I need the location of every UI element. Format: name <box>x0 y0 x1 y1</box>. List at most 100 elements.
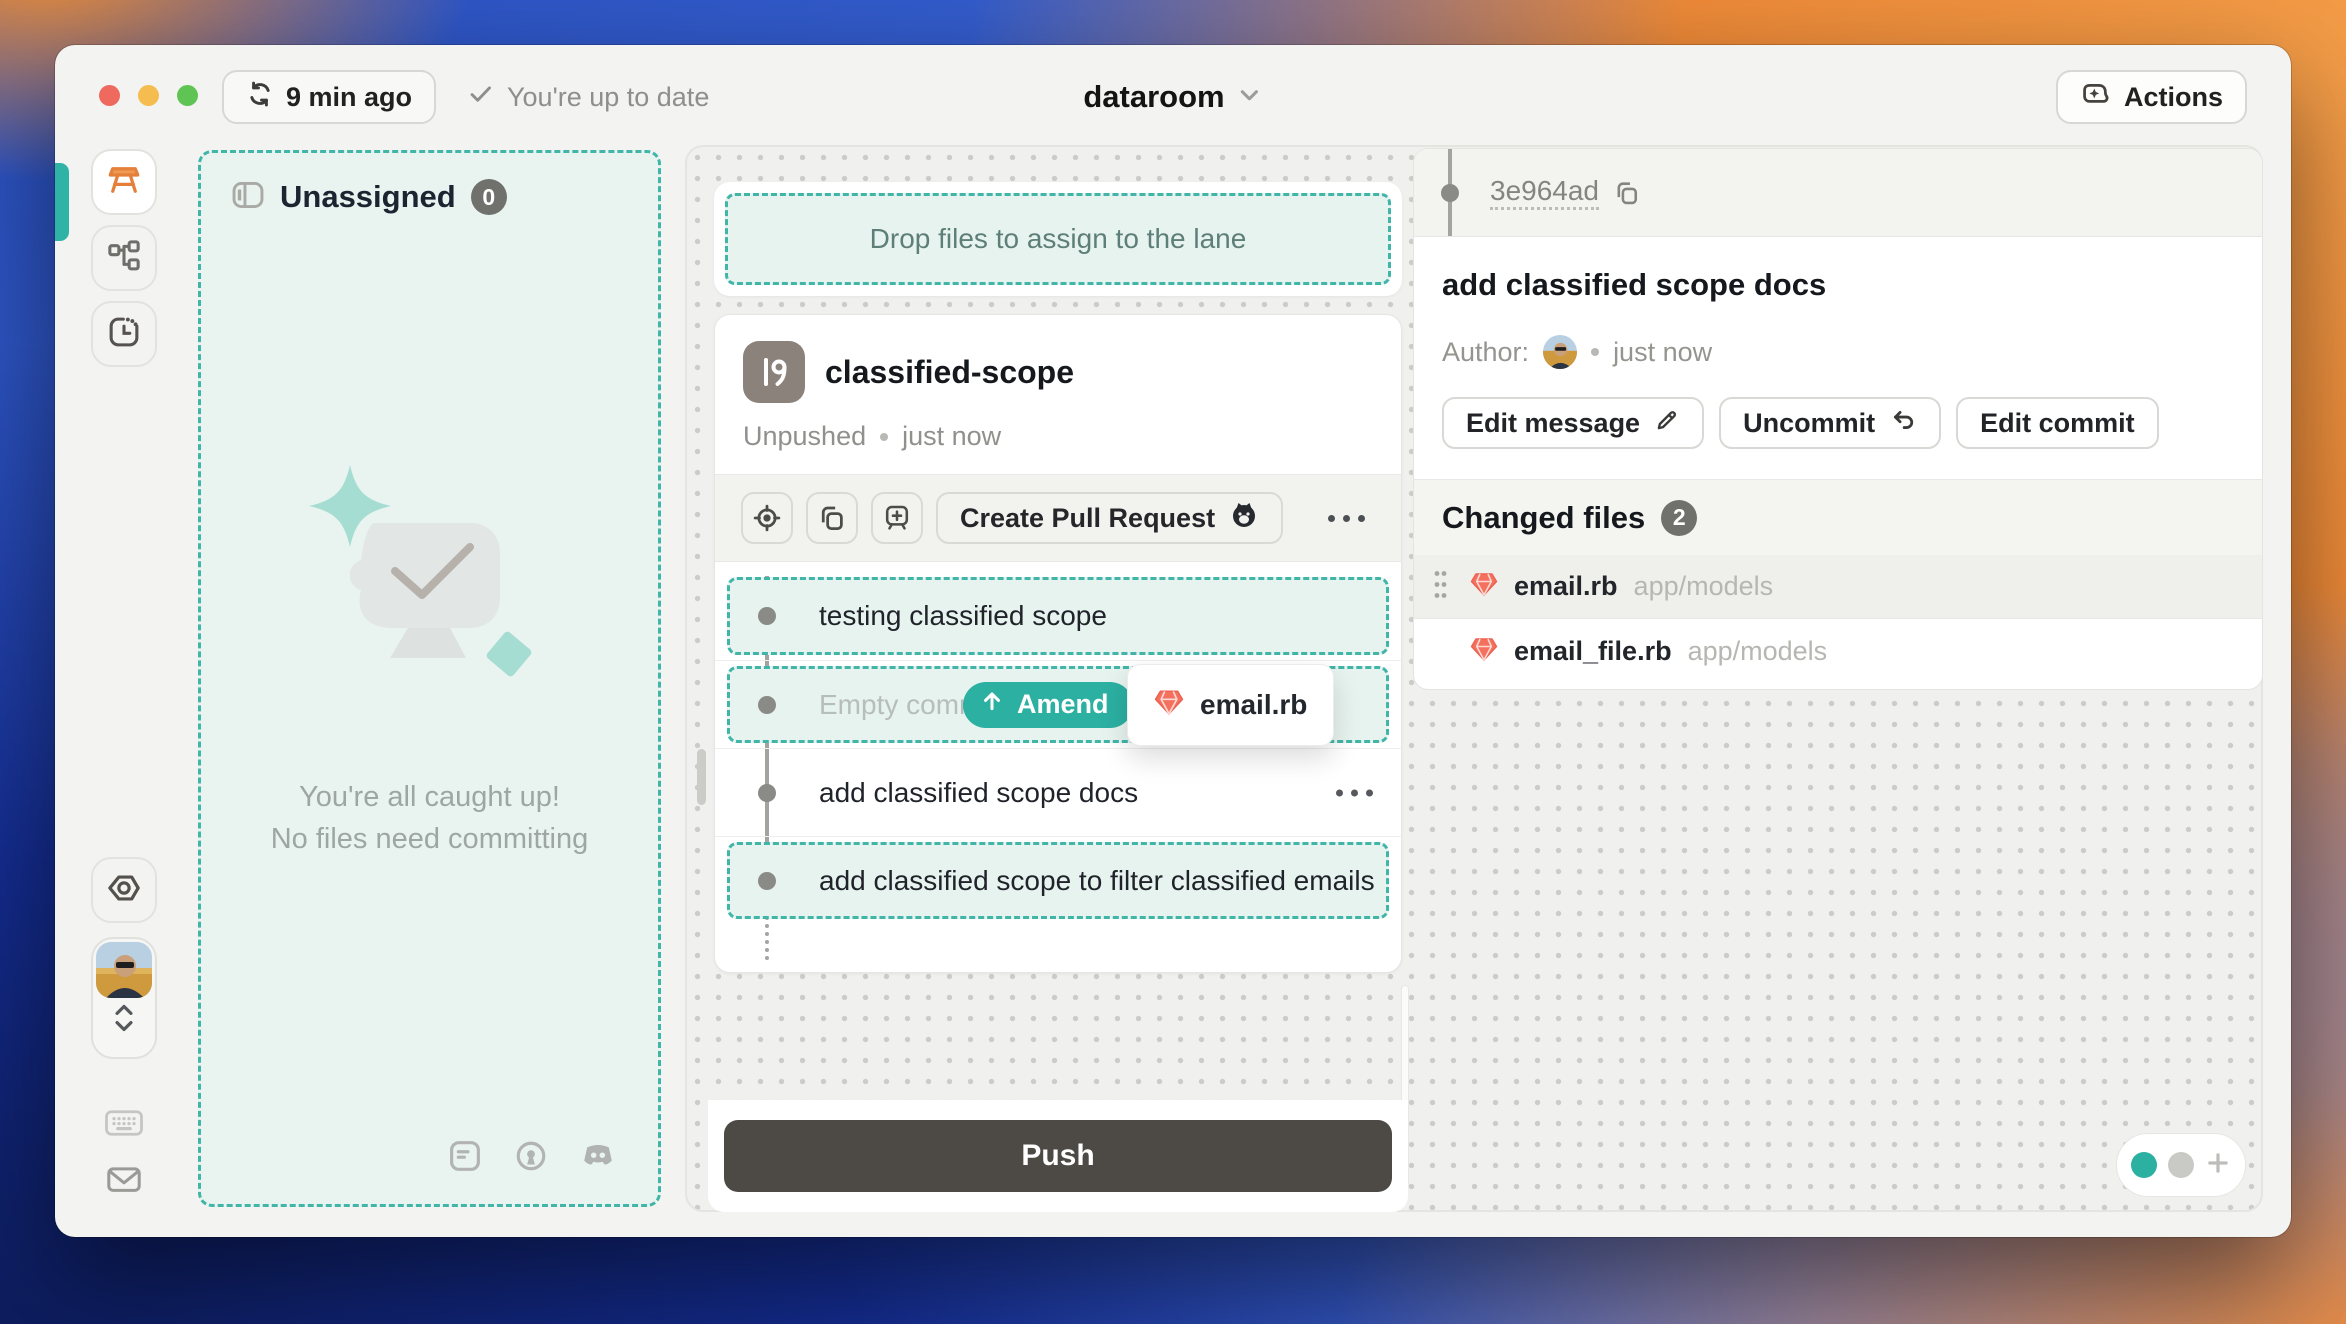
branch-toolbar: Create Pull Request <box>715 474 1401 562</box>
commit-row[interactable]: Empty commit (no changes) Amend email.rb <box>715 660 1401 748</box>
commit-dot <box>1441 184 1459 202</box>
commit-hash-header: 3e964ad <box>1414 149 2262 237</box>
branch-status: Unpushed <box>743 421 866 452</box>
project-name: dataroom <box>1083 79 1224 115</box>
file-path: app/models <box>1634 571 1774 602</box>
unassigned-lane[interactable]: Unassigned 0 You're all caught up! No fi… <box>198 150 661 1207</box>
unassigned-header: Unassigned 0 <box>201 153 658 215</box>
commit-details-body: add classified scope docs Author: just n… <box>1414 237 2262 449</box>
check-icon <box>467 80 494 114</box>
lane-footer-links <box>448 1139 616 1178</box>
branch-menu-button[interactable] <box>1318 505 1375 532</box>
chevron-updown-icon <box>109 998 139 1043</box>
open-source-icon[interactable] <box>514 1139 548 1178</box>
add-lane-icon[interactable] <box>2205 1150 2231 1181</box>
drop-hint: Drop files to assign to the lane <box>870 223 1247 255</box>
commit-title: add classified scope docs <box>1442 267 2234 303</box>
amend-drop-pill[interactable]: Amend <box>963 682 1133 728</box>
arrow-up-icon <box>979 688 1005 721</box>
branch-card: classified-scope Unpushed just now <box>714 314 1402 973</box>
drag-grip-icon[interactable] <box>1432 567 1450 606</box>
edit-message-button[interactable]: Edit message <box>1442 397 1704 449</box>
branch-lane: Drop files to assign to the lane classif… <box>708 147 1408 1210</box>
branch-name: classified-scope <box>825 354 1074 391</box>
changelog-icon[interactable] <box>448 1139 482 1178</box>
commit-row[interactable]: add classified scope to filter classifie… <box>715 836 1401 924</box>
copy-branch-button[interactable] <box>806 492 858 544</box>
commit-list: testing classified scope Empty commit (n… <box>715 562 1401 972</box>
zoom-button[interactable] <box>177 85 198 106</box>
empty-line2: No files need committing <box>201 818 658 860</box>
keyboard-icon <box>104 1107 144 1144</box>
pencil-icon <box>1654 407 1680 440</box>
author-row: Author: just now <box>1442 335 2234 369</box>
undo-icon <box>1889 406 1917 441</box>
actions-button[interactable]: Actions <box>2056 70 2247 124</box>
uncommit-button[interactable]: Uncommit <box>1719 397 1941 449</box>
file-row[interactable]: email.rb app/models <box>1414 555 2262 619</box>
file-name: email_file.rb <box>1514 636 1672 667</box>
chevron-down-icon <box>1237 82 1263 113</box>
settings-button[interactable] <box>91 857 157 923</box>
commit-dot <box>758 872 776 890</box>
commit-row[interactable]: testing classified scope <box>715 572 1401 660</box>
commit-time: just now <box>1613 337 1712 368</box>
profile-widget[interactable] <box>91 937 157 1059</box>
empty-state: You're all caught up! No files need comm… <box>201 453 658 860</box>
file-path: app/models <box>1688 636 1828 667</box>
branch-header[interactable]: classified-scope Unpushed just now <box>715 315 1401 474</box>
commit-row[interactable]: add classified scope docs <box>715 748 1401 836</box>
scrollbar-thumb[interactable] <box>697 749 706 805</box>
history-clock-icon <box>106 314 142 355</box>
tab-branches[interactable] <box>91 225 157 291</box>
add-dependent-branch-button[interactable] <box>871 492 923 544</box>
workbench-icon <box>104 160 144 205</box>
commit-label: testing classified scope <box>819 600 1107 632</box>
discord-icon[interactable] <box>580 1139 616 1178</box>
empty-line1: You're all caught up! <box>201 776 658 818</box>
tab-workspace[interactable] <box>91 149 157 215</box>
commit-menu-button[interactable] <box>1336 789 1373 796</box>
titlebar: 9 min ago You're up to date dataroom Act… <box>55 45 2291 145</box>
workspace: Drop files to assign to the lane classif… <box>685 145 2263 1212</box>
file-name: email.rb <box>1514 571 1618 602</box>
pager-dot-active[interactable] <box>2131 1152 2157 1178</box>
create-pr-label: Create Pull Request <box>960 503 1215 534</box>
ruby-file-icon <box>1154 687 1184 724</box>
sync-icon <box>246 80 274 115</box>
update-status: You're up to date <box>467 70 709 124</box>
sparkle-box-icon <box>2080 78 2112 117</box>
commit-dot <box>758 784 776 802</box>
drop-zone[interactable]: Drop files to assign to the lane <box>725 193 1391 285</box>
unassigned-count-badge: 0 <box>471 179 507 215</box>
ruby-file-icon <box>1470 570 1498 603</box>
edit-commit-button[interactable]: Edit commit <box>1956 397 2159 449</box>
keyboard-shortcuts-button[interactable] <box>91 1107 157 1144</box>
caught-up-illustration <box>280 710 580 727</box>
commit-hash-link[interactable]: 3e964ad <box>1490 175 1599 210</box>
copy-hash-icon[interactable] <box>1613 179 1641 207</box>
create-pr-button[interactable]: Create Pull Request <box>936 492 1283 544</box>
edit-commit-label: Edit commit <box>1980 408 2135 439</box>
fetch-sync-button[interactable]: 9 min ago <box>222 70 436 124</box>
app-window: 9 min ago You're up to date dataroom Act… <box>55 45 2291 1237</box>
close-button[interactable] <box>99 85 120 106</box>
minimize-button[interactable] <box>138 85 159 106</box>
edit-message-label: Edit message <box>1466 408 1640 439</box>
focus-commit-button[interactable] <box>741 492 793 544</box>
tab-history[interactable] <box>91 301 157 367</box>
feedback-button[interactable] <box>91 1163 157 1200</box>
project-switcher[interactable]: dataroom <box>1083 70 1262 124</box>
author-avatar <box>1543 335 1577 369</box>
branch-time: just now <box>902 421 1001 452</box>
pager-dot[interactable] <box>2168 1152 2194 1178</box>
panel-split-icon <box>231 180 265 215</box>
sync-label: 9 min ago <box>286 82 412 113</box>
file-row[interactable]: email_file.rb app/models <box>1414 619 2262 683</box>
actions-label: Actions <box>2124 82 2223 113</box>
traffic-lights <box>99 85 198 106</box>
push-button[interactable]: Push <box>724 1120 1392 1192</box>
commit-dot <box>758 696 776 714</box>
dragged-file-card[interactable]: email.rb <box>1127 664 1334 746</box>
update-status-label: You're up to date <box>507 82 709 113</box>
